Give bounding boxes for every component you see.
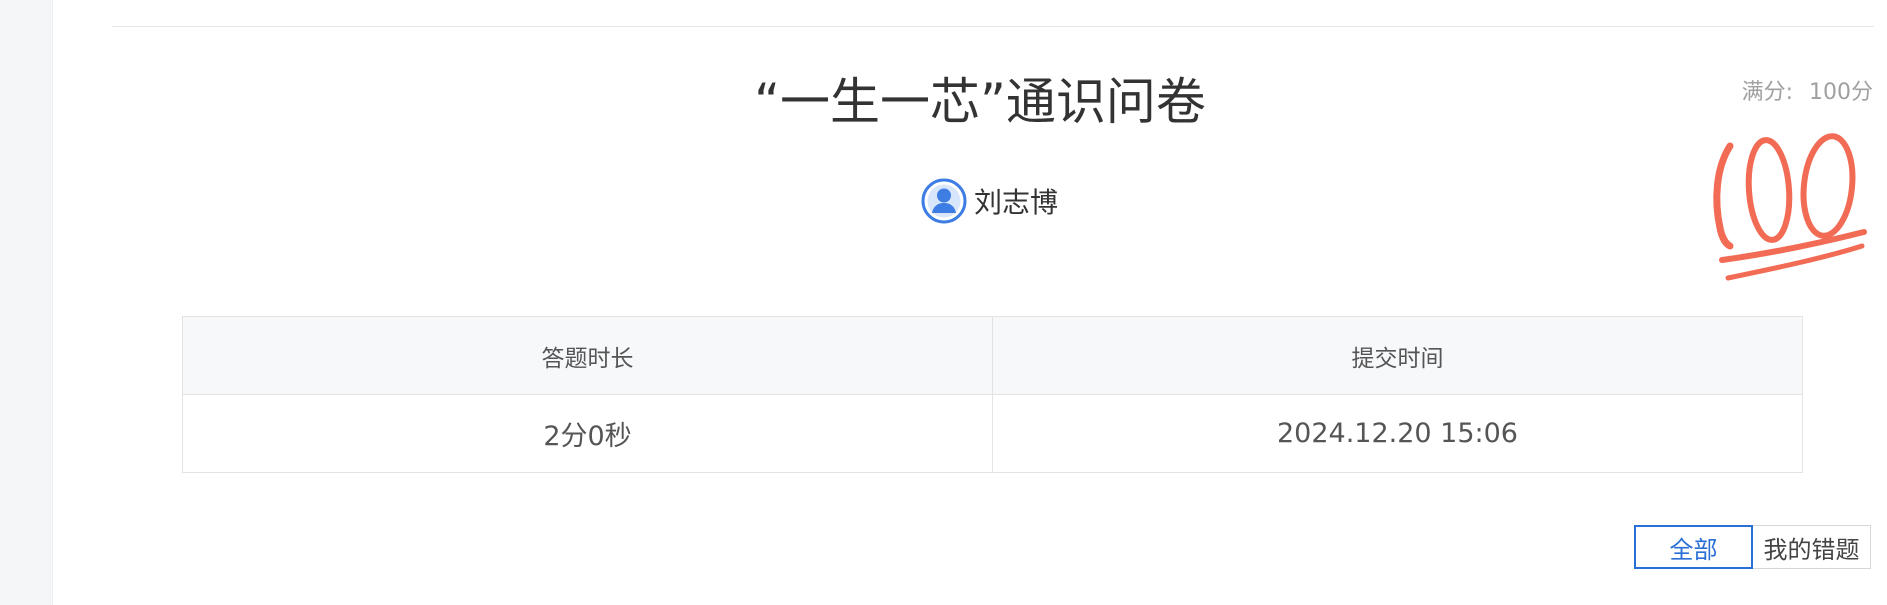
page-title: “一生一芯”通识问卷 — [754, 73, 1206, 131]
left-sidebar-edge — [0, 0, 53, 605]
header-submit-time: 提交时间 — [992, 316, 1803, 395]
respondent-name: 刘志博 — [974, 186, 1059, 219]
score-100-stamp-icon — [1713, 133, 1867, 281]
full-score-label: 满分: — [1741, 80, 1793, 105]
submit-time-value: 2024.12.20 15:06 — [992, 394, 1803, 473]
table-row: 2分0秒 2024.12.20 15:06 — [182, 394, 1803, 473]
result-page: “一生一芯”通识问卷 满分: 100分 刘志博 答题时长 提交时间 2分0秒 20… — [0, 0, 1887, 605]
user-avatar-icon — [921, 178, 967, 224]
full-score: 满分: 100分 — [1742, 74, 1873, 106]
top-divider — [112, 26, 1874, 27]
header-duration: 答题时长 — [182, 316, 993, 395]
respondent: 刘志博 — [920, 177, 1058, 225]
answer-filter: 全部 我的错题 — [1634, 525, 1871, 569]
answer-info-table: 答题时长 提交时间 2分0秒 2024.12.20 15:06 — [182, 316, 1803, 473]
duration-value: 2分0秒 — [182, 394, 993, 473]
filter-my-wrong-button[interactable]: 我的错题 — [1753, 525, 1871, 569]
table-header-row: 答题时长 提交时间 — [182, 316, 1803, 395]
full-score-value: 100分 — [1809, 80, 1873, 105]
filter-all-button[interactable]: 全部 — [1634, 525, 1753, 569]
